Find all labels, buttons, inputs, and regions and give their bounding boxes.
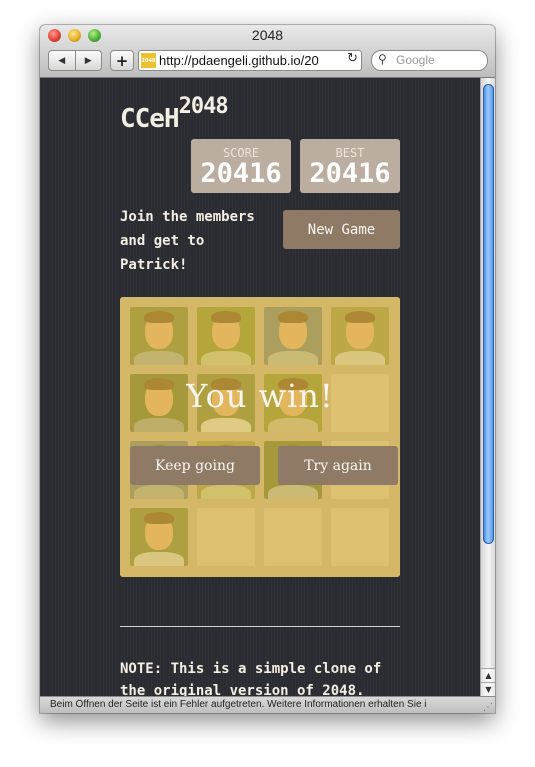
vertical-scrollbar[interactable]: ▲ ▼ — [480, 78, 495, 697]
site-favicon: 2048 — [141, 53, 156, 68]
back-button[interactable]: ◀ — [49, 51, 75, 70]
scroll-down-button[interactable]: ▼ — [481, 682, 495, 697]
win-message: You win! — [186, 377, 334, 415]
browser-window: 2048 ◀ ▶ + 2048 http://pdaengeli.github.… — [40, 25, 495, 713]
score-box: SCORE 20416 — [191, 139, 291, 193]
note-text: NOTE: This is a simple clone of the orig… — [120, 661, 382, 696]
search-field[interactable]: ⚲ — [371, 50, 488, 71]
keep-going-button[interactable]: Keep going — [130, 446, 260, 485]
game-title-text: CCeH — [120, 104, 180, 134]
scroll-up-button[interactable]: ▲ — [481, 668, 495, 683]
game-board: You win! Keep going Try again — [120, 297, 400, 577]
forward-arrow-icon: ▶ — [84, 55, 92, 66]
score-value: 20416 — [200, 158, 282, 189]
new-game-button[interactable]: New Game — [283, 210, 400, 249]
try-again-button[interactable]: Try again — [278, 446, 398, 485]
address-bar[interactable]: 2048 http://pdaengeli.github.io/20 ↻ — [138, 50, 362, 71]
reload-icon[interactable]: ↻ — [347, 51, 358, 66]
forward-button[interactable]: ▶ — [74, 51, 102, 70]
game-title: CCeH2048 — [120, 94, 229, 134]
game-title-superscript: 2048 — [178, 94, 229, 119]
search-input[interactable] — [396, 52, 482, 68]
page-content: CCeH2048 SCORE 20416 BEST 20416 Join the… — [40, 78, 480, 696]
navigation-buttons: ◀ ▶ — [48, 50, 102, 71]
scroll-down-arrow-icon: ▼ — [485, 685, 492, 694]
best-value: 20416 — [309, 158, 391, 189]
window-title: 2048 — [251, 27, 284, 43]
status-text: Beim Öffnen der Seite ist ein Fehler auf… — [50, 699, 427, 710]
resize-grip-icon[interactable]: ⋰ — [483, 702, 493, 713]
url-text[interactable]: http://pdaengeli.github.io/20 — [159, 53, 337, 68]
win-overlay: You win! Keep going Try again — [120, 297, 400, 577]
add-bookmark-button[interactable]: + — [110, 50, 134, 71]
best-box: BEST 20416 — [300, 139, 400, 193]
status-bar: Beim Öffnen der Seite ist ein Fehler auf… — [40, 696, 495, 713]
title-bar: 2048 ◀ ▶ + 2048 http://pdaengeli.github.… — [40, 25, 495, 78]
game-intro: Join the members and get to Patrick! — [120, 209, 255, 273]
divider — [120, 626, 400, 627]
scrollbar-thumb[interactable] — [483, 84, 494, 544]
search-icon: ⚲ — [378, 52, 387, 66]
back-arrow-icon: ◀ — [58, 55, 66, 66]
plus-icon: + — [115, 51, 129, 70]
scroll-up-arrow-icon: ▲ — [485, 671, 492, 680]
